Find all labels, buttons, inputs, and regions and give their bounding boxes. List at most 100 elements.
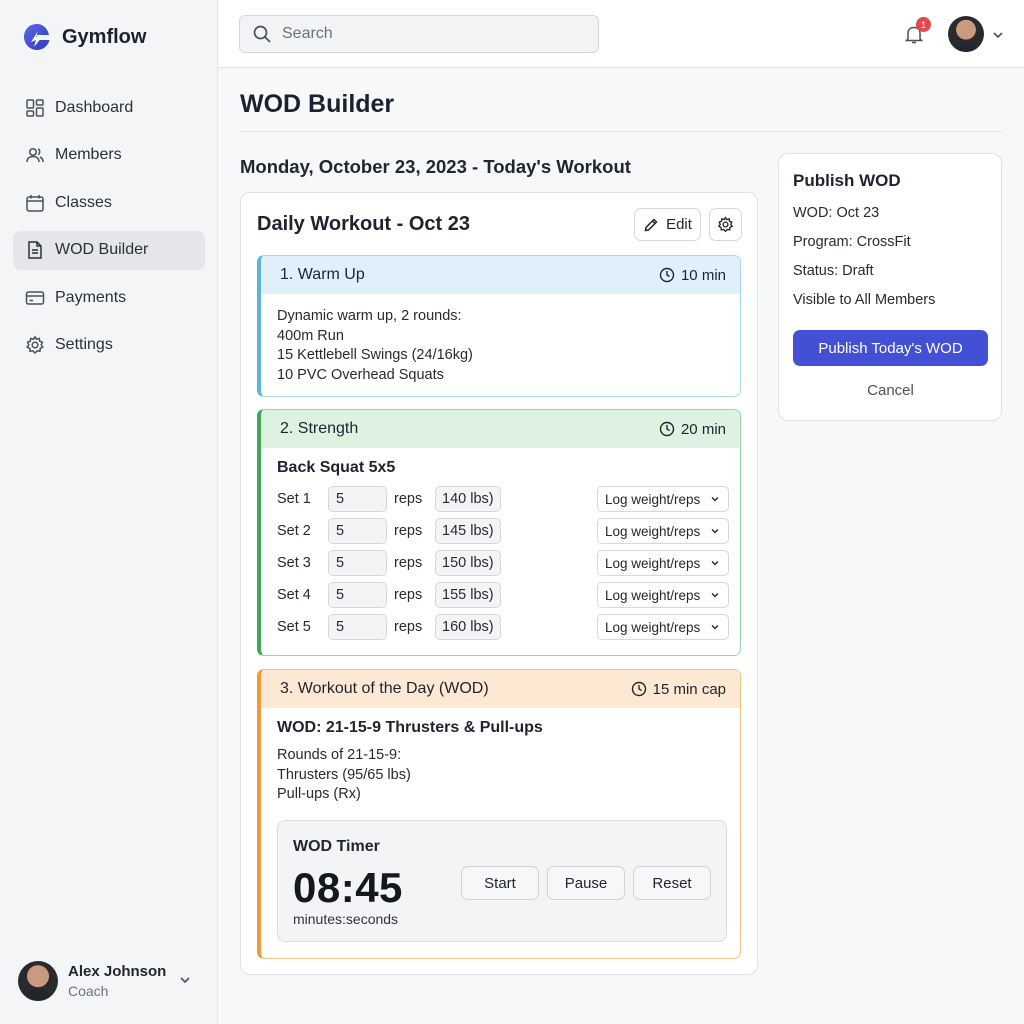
reps-unit: reps	[394, 523, 423, 539]
sidebar-item-classes[interactable]: Classes	[13, 183, 205, 222]
brand[interactable]: Gymflow	[22, 22, 146, 52]
chevron-down-icon[interactable]	[992, 29, 1004, 41]
reps-field[interactable]: 5	[328, 550, 387, 576]
sidebar-item-label: Members	[55, 146, 122, 163]
topbar: 1	[218, 0, 1024, 68]
cancel-button[interactable]: Cancel	[793, 376, 988, 404]
set-label: Set 2	[277, 523, 311, 539]
section-body: Dynamic warm up, 2 rounds: 400m Run 15 K…	[261, 294, 740, 385]
set-label: Set 5	[277, 619, 311, 635]
weight-field[interactable]: 145 lbs)	[435, 518, 501, 544]
credit-card-icon	[25, 290, 45, 305]
section-warm-up: 1. Warm Up 10 min Dynamic warm up, 2 rou…	[257, 255, 741, 397]
section-wod: 3. Workout of the Day (WOD) 15 min cap W…	[257, 669, 741, 959]
gear-icon	[717, 216, 734, 233]
edit-button[interactable]: Edit	[634, 208, 701, 241]
clock-icon	[659, 267, 675, 283]
reset-button[interactable]: Reset	[633, 866, 711, 900]
sidebar-item-wod-builder[interactable]: WOD Builder	[13, 230, 205, 270]
sidebar-nav: Dashboard Members Classes WOD Builder Pa…	[13, 88, 205, 373]
user-name: Alex Johnson	[68, 963, 167, 980]
weight-field[interactable]: 150 lbs)	[435, 550, 501, 576]
exercise-line: Rounds of 21-15-9:	[277, 747, 402, 763]
chevron-down-icon	[711, 529, 719, 534]
log-weight-reps-dropdown[interactable]: Log weight/reps	[597, 486, 729, 512]
sidebar-item-label: Classes	[55, 193, 112, 211]
calendar-icon	[26, 194, 44, 212]
weight-field[interactable]: 155 lbs)	[435, 582, 501, 608]
exercise-line: 15 Kettlebell Swings (24/16kg)	[277, 347, 473, 363]
reps-field[interactable]: 5	[328, 614, 387, 640]
duration-text: 20 min	[680, 420, 726, 438]
reps-unit: reps	[394, 491, 423, 507]
timer-unit: minutes:seconds	[293, 911, 399, 927]
exercise-line: Thrusters (95/65 lbs)	[277, 766, 411, 783]
workout-card: Daily Workout - Oct 23 Edit 1. Warm Up 1…	[240, 192, 758, 975]
set-row: Set 3 5 reps 150 lbs) Log weight/reps	[277, 550, 729, 576]
user-profile[interactable]: Alex Johnson Coach	[18, 961, 200, 1001]
log-weight-reps-dropdown[interactable]: Log weight/reps	[597, 518, 729, 544]
duration-text: 10 min	[680, 266, 726, 284]
wod-title: WOD: 21-15-9 Thrusters & Pull-ups	[277, 719, 543, 736]
search-box[interactable]	[239, 15, 599, 53]
dropdown-label: Log weight/reps	[605, 523, 701, 539]
wod-timer: WOD Timer 08:45 minutes:seconds Start Pa…	[277, 820, 727, 942]
date-heading: Monday, October 23, 2023 - Today's Worko…	[240, 156, 631, 177]
section-duration: 15 min cap	[631, 681, 726, 698]
set-label: Set 3	[277, 555, 311, 571]
reps-field[interactable]: 5	[328, 582, 387, 608]
timer-display: 08:45	[293, 864, 403, 911]
clock-icon	[659, 421, 675, 437]
reps-field[interactable]: 5	[328, 486, 387, 512]
section-strength: 2. Strength 20 min Back Squat 5x5 Set 1 …	[257, 409, 741, 656]
publish-button[interactable]: Publish Today's WOD	[793, 330, 988, 366]
document-icon	[28, 241, 42, 259]
sidebar-item-dashboard[interactable]: Dashboard	[13, 88, 205, 127]
weight-field[interactable]: 140 lbs)	[435, 486, 501, 512]
log-weight-reps-dropdown[interactable]: Log weight/reps	[597, 550, 729, 576]
sidebar-item-members[interactable]: Members	[13, 136, 205, 175]
set-row: Set 4 5 reps 155 lbs) Log weight/reps	[277, 582, 729, 608]
set-row: Set 5 5 reps 160 lbs) Log weight/reps	[277, 614, 729, 640]
avatar	[18, 961, 58, 1001]
section-body: Rounds of 21-15-9: Thrusters (95/65 lbs)…	[261, 737, 740, 805]
search-input[interactable]	[282, 25, 582, 43]
exercise-line: 400m Run	[277, 327, 344, 344]
chevron-down-icon	[711, 625, 719, 630]
exercise-line: 10 PVC Overhead Squats	[277, 366, 444, 383]
reps-field[interactable]: 5	[328, 518, 387, 544]
sidebar-item-settings[interactable]: Settings	[13, 326, 205, 365]
top-avatar[interactable]	[948, 16, 984, 52]
sidebar-item-label: WOD Builder	[55, 241, 149, 258]
start-button[interactable]: Start	[461, 866, 539, 900]
reps-unit: reps	[394, 619, 423, 635]
section-duration: 10 min	[659, 267, 726, 284]
duration-text: 15 min cap	[652, 680, 726, 698]
publish-program: Program: CrossFit	[793, 234, 911, 250]
section-header: 2. Strength 20 min	[261, 410, 740, 448]
pause-button[interactable]: Pause	[547, 866, 625, 900]
sidebar-item-payments[interactable]: Payments	[13, 278, 205, 317]
section-title: 1. Warm Up	[280, 266, 365, 283]
app-name: Gymflow	[62, 25, 147, 48]
set-row: Set 1 5 reps 140 lbs) Log weight/reps	[277, 486, 729, 512]
publish-wod: WOD: Oct 23	[793, 205, 880, 221]
divider	[240, 131, 1002, 132]
sidebar-item-label: Payments	[55, 288, 127, 306]
timer-label: WOD Timer	[293, 838, 380, 855]
dropdown-label: Log weight/reps	[605, 555, 701, 571]
section-title: 2. Strength	[280, 420, 359, 437]
dashboard-icon	[26, 98, 44, 117]
dropdown-label: Log weight/reps	[605, 491, 701, 507]
members-icon	[26, 147, 44, 163]
section-header: 1. Warm Up 10 min	[261, 256, 740, 294]
chevron-down-icon[interactable]	[178, 973, 192, 987]
workout-settings-button[interactable]	[709, 208, 742, 241]
set-row: Set 2 5 reps 145 lbs) Log weight/reps	[277, 518, 729, 544]
log-weight-reps-dropdown[interactable]: Log weight/reps	[597, 614, 729, 640]
sidebar: Gymflow Dashboard Members Classes WOD Bu…	[0, 0, 218, 1024]
section-duration: 20 min	[659, 421, 726, 438]
publish-panel: Publish WOD WOD: Oct 23 Program: CrossFi…	[778, 153, 1002, 421]
weight-field[interactable]: 160 lbs)	[435, 614, 501, 640]
log-weight-reps-dropdown[interactable]: Log weight/reps	[597, 582, 729, 608]
